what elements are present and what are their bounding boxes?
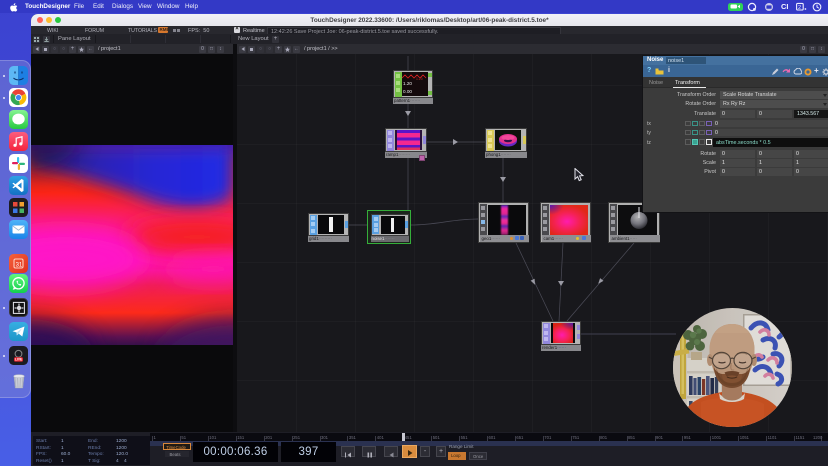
svg-text:2: 2: [798, 5, 801, 11]
svg-text:31: 31: [16, 262, 23, 268]
svg-text:1.20: 1.20: [416, 77, 423, 81]
svg-text:0.00: 0.00: [403, 89, 412, 94]
svg-text:1.20: 1.20: [403, 81, 412, 86]
svg-text:LIVE: LIVE: [15, 358, 22, 362]
